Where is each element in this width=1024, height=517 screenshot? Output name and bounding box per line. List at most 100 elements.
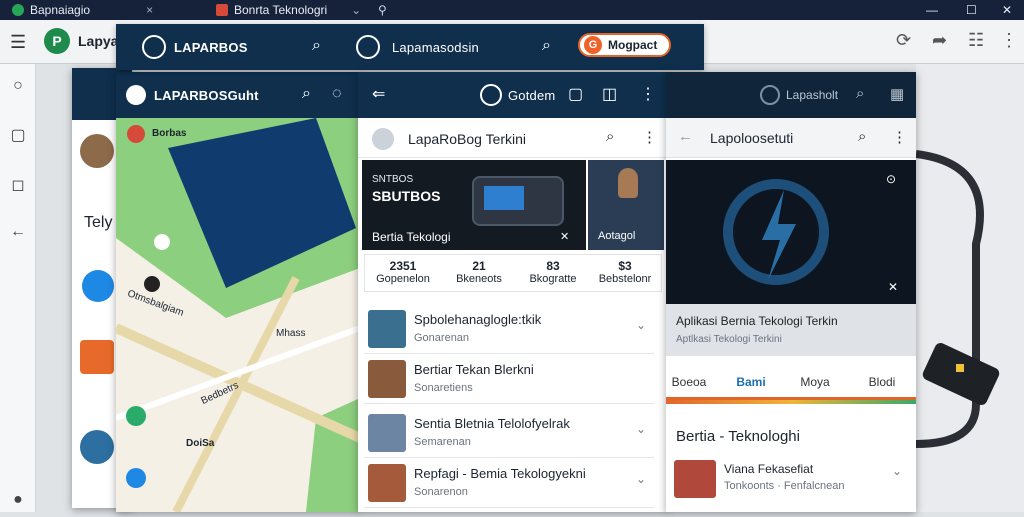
- chevron-down-icon[interactable]: ⌄: [636, 472, 646, 486]
- item-title: Repfagi - Bemia Tekologyekni: [414, 466, 586, 481]
- pill-label: Mogpact: [608, 38, 658, 52]
- app-icon[interactable]: [80, 340, 114, 374]
- background-device-area: [915, 64, 1024, 512]
- hero-caption: Aplikasi Bernia Tekologi Terkin Aptlkasi…: [666, 304, 916, 356]
- close-icon[interactable]: ×: [146, 3, 153, 17]
- minimize-icon[interactable]: —: [918, 0, 946, 20]
- avatar: [80, 430, 114, 464]
- back-icon[interactable]: ←: [8, 222, 28, 242]
- list-item[interactable]: Viana Fekasefiat Tonkoonts · Fenfalcnean…: [672, 456, 910, 500]
- stat-item[interactable]: $3 Bebstelonr: [589, 255, 661, 291]
- header-title: Lapoloosetuti: [710, 130, 794, 146]
- map-label: Mhass: [276, 328, 306, 339]
- app-logo: [126, 85, 146, 105]
- search-icon[interactable]: ○: [8, 76, 28, 96]
- panel-label: Tely: [84, 214, 113, 231]
- app-logo: [142, 35, 166, 59]
- list-item[interactable]: Sentia Bletnia Telolofyelrak Semarenan ⌄: [364, 408, 654, 458]
- tab-indicator: [666, 400, 916, 404]
- item-subtitle: Sonarenon: [414, 486, 468, 498]
- person-image: [618, 168, 638, 198]
- panel-title: LAPARBOSGuht: [154, 88, 259, 103]
- close-icon[interactable]: ✕: [888, 280, 898, 294]
- browser-tab[interactable]: Bapnaiagio ×: [4, 0, 161, 20]
- message-icon[interactable]: ◻: [8, 176, 28, 196]
- list-item[interactable]: Repfagi - Bemia Tekologyekni Sonarenon ⌄: [364, 458, 654, 508]
- search-icon[interactable]: ⌕: [312, 37, 321, 55]
- chevron-down-icon[interactable]: ⌄: [351, 3, 361, 17]
- chevron-down-icon[interactable]: ⌄: [636, 422, 646, 436]
- pin-icon[interactable]: ⚲: [370, 0, 395, 20]
- app-logo: [356, 35, 380, 59]
- maximize-icon[interactable]: ☐: [958, 0, 985, 20]
- app-logo: [760, 85, 780, 105]
- grid-icon[interactable]: ▦: [890, 85, 904, 103]
- app-title: LAPARBOS: [174, 40, 248, 55]
- refresh-icon[interactable]: ⟳: [896, 30, 911, 51]
- login-pill-button[interactable]: G Mogpact: [578, 33, 672, 57]
- tab-item[interactable]: Blodi: [854, 364, 910, 400]
- section-title: Bertia - Teknologhi: [676, 428, 800, 445]
- hero-image[interactable]: ⊙ ✕ Aplikasi Bernia Tekologi Terkin Aptl…: [666, 160, 916, 356]
- side-card[interactable]: Aotagol: [588, 160, 664, 250]
- chevron-down-icon[interactable]: ⌄: [636, 318, 646, 332]
- search-icon[interactable]: ⌕: [302, 85, 311, 103]
- search-icon[interactable]: ⌕: [542, 37, 551, 55]
- thumbnail: [368, 310, 406, 348]
- chat-icon[interactable]: ◌: [332, 85, 342, 103]
- expand-icon[interactable]: ✕: [560, 230, 569, 243]
- search-icon[interactable]: ⌕: [606, 128, 614, 145]
- layout-icon[interactable]: ◫: [602, 84, 617, 104]
- hero-bottom: Bertia Tekologi: [372, 230, 451, 244]
- top-app-bar: LAPARBOS ⌕ Lapamasodsin ⌕ G Mogpact: [116, 24, 704, 70]
- brand-right: Gotdem: [508, 88, 556, 103]
- app-logo: [480, 84, 502, 106]
- header-title: LapaRoBog Terkini: [408, 131, 527, 147]
- app-icon: [12, 4, 24, 16]
- search-icon[interactable]: ⌕: [858, 128, 866, 145]
- chat-icon[interactable]: ▢: [8, 126, 28, 146]
- chevron-down-icon[interactable]: ⌄: [892, 464, 902, 478]
- map-panel: LAPARBOSGuht ⌕ ◌ Borbas Mhass Otmsbalgia…: [116, 72, 360, 512]
- map-badge: Borbas: [152, 128, 187, 139]
- window-icon[interactable]: ▢: [568, 84, 583, 104]
- device-screen: [484, 186, 524, 210]
- tab-item[interactable]: Bami: [726, 364, 776, 400]
- tab-item[interactable]: Moya: [790, 364, 840, 400]
- category-tabs: Boeoa Bami Moya Blodi: [666, 364, 916, 400]
- close-window-icon[interactable]: ✕: [994, 0, 1020, 20]
- menu-icon[interactable]: ☰: [10, 32, 26, 53]
- hero-subtitle: Aptlkasi Tekologi Terkini: [676, 334, 782, 345]
- stat-label: Gopenelon: [376, 273, 430, 285]
- browser-tab[interactable]: Bonrta Teknologri ⌄: [208, 0, 369, 20]
- hero-top: SNTBOS: [372, 174, 414, 185]
- list-icon[interactable]: ☷: [968, 30, 984, 51]
- app-icon: [216, 4, 228, 16]
- stat-item[interactable]: 21 Bkeneots: [443, 255, 515, 291]
- article-panel: Lapasholt ⌕ ▦ ← Lapoloosetuti ⌕ ⋮ ⊙ ✕ Ap…: [666, 72, 916, 512]
- settings-icon[interactable]: ●: [8, 490, 28, 510]
- more-icon[interactable]: ⋮: [1000, 30, 1018, 51]
- info-icon[interactable]: ⊙: [886, 172, 896, 186]
- stat-item[interactable]: 2351 Gopenelon: [367, 255, 439, 291]
- hero-card[interactable]: SNTBOS SBUTBOS Bertia Tekologi ✕: [362, 160, 586, 250]
- stat-label: Bebstelonr: [598, 273, 652, 285]
- more-icon[interactable]: ⋮: [892, 128, 907, 146]
- back-icon[interactable]: ⇐: [372, 84, 385, 104]
- stat-item[interactable]: 83 Bkogratte: [517, 255, 589, 291]
- tab-title: Bapnaiagio: [30, 3, 91, 17]
- tab-item[interactable]: Boeoa: [666, 364, 712, 400]
- stat-label: Bkogratte: [529, 273, 577, 285]
- more-icon[interactable]: ⋮: [642, 128, 657, 146]
- search-icon[interactable]: ⌕: [856, 85, 864, 102]
- share-icon[interactable]: ➦: [932, 30, 947, 51]
- list-item[interactable]: Spbolehanaglogle:tkik Gonarenan ⌄: [364, 304, 654, 354]
- back-icon[interactable]: ←: [678, 128, 693, 145]
- app-icon[interactable]: [82, 270, 114, 302]
- more-icon[interactable]: ⋮: [640, 84, 656, 104]
- news-panel: ⇐ Gotdem ▢ ◫ ⋮ LapaRoBog Terkini ⌕ ⋮ SNT…: [358, 72, 668, 512]
- map-view[interactable]: Borbas Mhass Otmsbalgiam Bedbetrs DoiSa: [116, 118, 360, 512]
- stat-value: 21: [472, 259, 486, 273]
- thumbnail: [368, 464, 406, 502]
- list-item[interactable]: Bertiar Tekan Blerkni Sonaretiens: [364, 354, 654, 404]
